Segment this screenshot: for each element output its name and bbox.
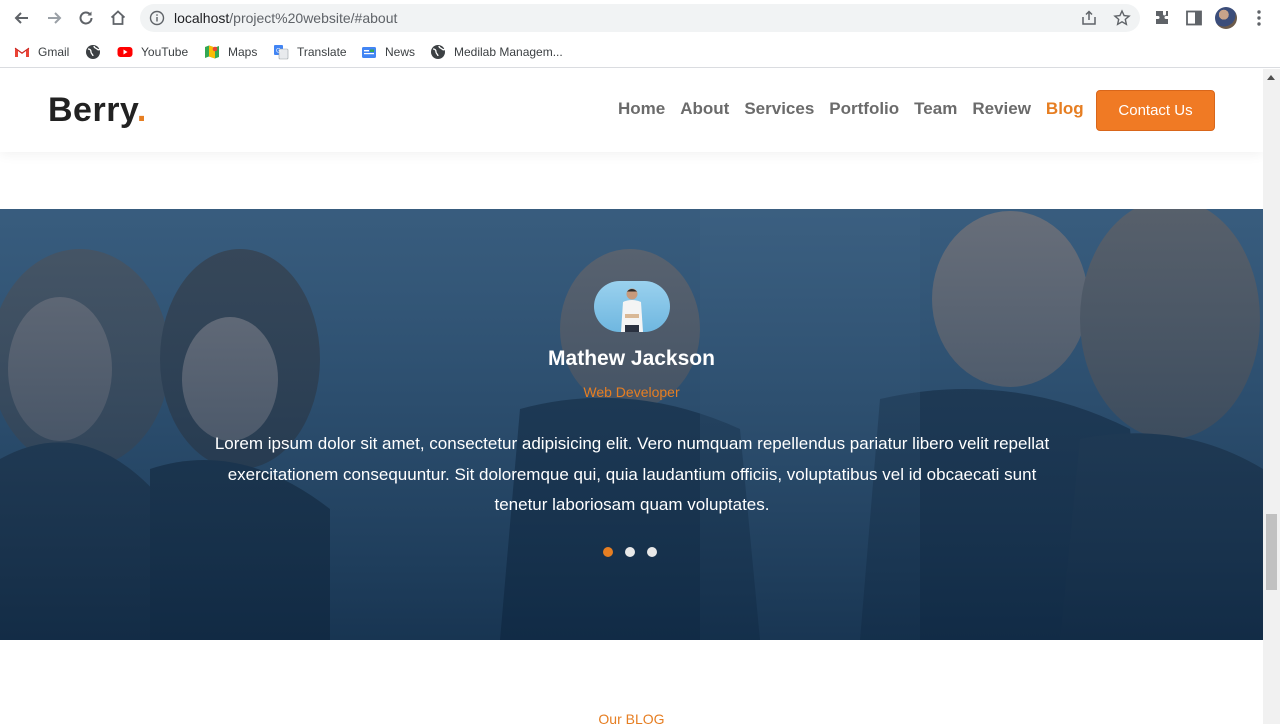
globe-icon: [86, 45, 101, 59]
page-viewport: Berry. Home About Services Portfolio Tea…: [0, 69, 1263, 724]
arrow-left-icon: [14, 12, 28, 24]
extensions-icon[interactable]: [1152, 8, 1172, 28]
maps-icon: [205, 45, 219, 59]
testimonial-content: Mathew Jackson Web Developer Lorem ipsum…: [0, 209, 1263, 640]
site-header: Berry. Home About Services Portfolio Tea…: [0, 69, 1263, 152]
home-button[interactable]: [106, 6, 130, 30]
carousel-dot-2[interactable]: [625, 547, 635, 557]
carousel-dot-3[interactable]: [647, 547, 657, 557]
home-icon: [110, 10, 126, 25]
nav-link-home[interactable]: Home: [618, 99, 665, 119]
bookmark-label: Maps: [228, 45, 258, 59]
scroll-up-arrow-icon[interactable]: [1267, 75, 1275, 80]
bookmark-medilab[interactable]: Medilab Managem...: [430, 42, 563, 62]
back-button[interactable]: [10, 6, 34, 30]
logo-dot: .: [136, 91, 147, 129]
star-icon[interactable]: [1113, 9, 1131, 27]
main-nav: Home About Services Portfolio Team Revie…: [618, 99, 1099, 119]
nav-link-about[interactable]: About: [680, 99, 729, 119]
url-host: localhost: [174, 10, 230, 26]
address-bar[interactable]: localhost/project%20website/#about: [140, 4, 1140, 32]
news-icon: [362, 47, 376, 58]
page-scrollbar[interactable]: [1263, 69, 1280, 724]
bookmarks-bar: Gmail YouTube Maps G Translate News Medi…: [0, 36, 1280, 68]
gmail-icon: [14, 47, 30, 57]
share-icon[interactable]: [1080, 9, 1098, 27]
menu-kebab-icon[interactable]: [1249, 8, 1269, 28]
browser-toolbar: localhost/project%20website/#about: [0, 0, 1280, 36]
youtube-icon: [117, 47, 133, 57]
carousel-dot-1[interactable]: [603, 547, 613, 557]
profile-avatar[interactable]: [1215, 7, 1237, 29]
nav-link-blog[interactable]: Blog: [1046, 99, 1084, 119]
site-logo[interactable]: Berry.: [48, 91, 147, 130]
testimonial-role: Web Developer: [583, 384, 680, 400]
nav-link-review[interactable]: Review: [972, 99, 1031, 119]
url-path: /project%20website/#about: [229, 10, 398, 26]
blog-section-kicker: Our BLOG: [598, 711, 665, 724]
bookmark-label: YouTube: [141, 45, 189, 59]
testimonial-name: Mathew Jackson: [548, 347, 715, 370]
bookmark-label: Translate: [297, 45, 347, 59]
bookmark-maps[interactable]: Maps: [204, 42, 257, 62]
reload-button[interactable]: [74, 6, 98, 30]
person-photo-icon: [621, 288, 643, 332]
globe-icon: [431, 45, 446, 59]
bookmark-news[interactable]: News: [361, 42, 415, 62]
testimonial-avatar: [594, 281, 670, 332]
side-panel-icon[interactable]: [1184, 8, 1204, 28]
carousel-dots: [603, 547, 663, 559]
bookmark-label: News: [385, 45, 416, 59]
logo-text: Berry: [48, 91, 137, 129]
scrollbar-thumb[interactable]: [1266, 514, 1277, 590]
bookmark-translate[interactable]: G Translate: [273, 42, 347, 62]
testimonial-quote: Lorem ipsum dolor sit amet, consectetur …: [214, 434, 1050, 514]
contact-us-button[interactable]: Contact Us: [1096, 90, 1215, 131]
nav-link-team[interactable]: Team: [914, 99, 957, 119]
nav-link-services[interactable]: Services: [744, 99, 814, 119]
info-icon[interactable]: [149, 10, 165, 26]
translate-icon: G: [274, 45, 289, 60]
url-text: localhost/project%20website/#about: [174, 10, 397, 26]
arrow-right-icon: [48, 12, 62, 24]
bookmark-label: Medilab Managem...: [454, 45, 563, 59]
svg-text:G: G: [276, 49, 281, 55]
testimonial-section: Mathew Jackson Web Developer Lorem ipsum…: [0, 209, 1263, 640]
bookmark-gmail[interactable]: Gmail: [14, 42, 69, 62]
nav-link-portfolio[interactable]: Portfolio: [829, 99, 899, 119]
reload-icon: [79, 11, 93, 25]
bookmark-youtube[interactable]: YouTube: [117, 42, 188, 62]
bookmark-globe[interactable]: [85, 42, 109, 62]
bookmark-label: Gmail: [38, 45, 70, 59]
forward-button[interactable]: [42, 6, 66, 30]
